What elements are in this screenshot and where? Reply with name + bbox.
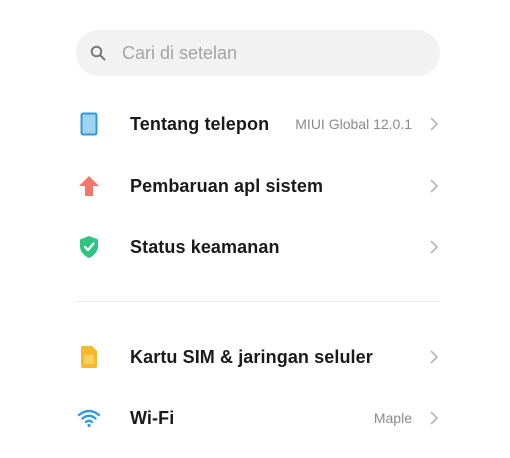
settings-item-value: MIUI Global 12.0.1 (295, 116, 412, 132)
search-bar[interactable] (76, 30, 440, 76)
settings-item-label: Tentang telepon (130, 113, 270, 134)
settings-item-label: Pembaruan apl sistem (130, 175, 324, 196)
wifi-icon (76, 405, 102, 431)
settings-item-about-phone[interactable]: Tentang telepon MIUI Global 12.0.1 (76, 99, 440, 149)
chevron-right-icon (430, 411, 439, 425)
sim-card-icon (76, 344, 102, 370)
settings-screen: Tentang telepon MIUI Global 12.0.1 Pemba… (0, 0, 510, 458)
chevron-right-icon (430, 117, 439, 131)
settings-item-system-app-update[interactable]: Pembaruan apl sistem (76, 161, 440, 211)
settings-item-label: Kartu SIM & jaringan seluler (130, 346, 373, 367)
chevron-right-icon (430, 350, 439, 364)
settings-item-security-status[interactable]: Status keamanan (76, 222, 440, 272)
search-input[interactable] (120, 41, 424, 65)
phone-icon (76, 111, 102, 137)
arrow-up-icon (76, 173, 102, 199)
shield-icon (76, 234, 102, 260)
settings-item-label: Status keamanan (130, 236, 280, 257)
settings-item-label: Wi-Fi (130, 407, 175, 428)
section-divider (76, 301, 440, 302)
settings-item-wifi[interactable]: Wi-Fi Maple (76, 393, 440, 443)
settings-item-sim-and-mobile-network[interactable]: Kartu SIM & jaringan seluler (76, 332, 440, 382)
search-icon (90, 45, 106, 61)
settings-item-value: Maple (373, 410, 412, 426)
chevron-right-icon (430, 240, 439, 254)
chevron-right-icon (430, 179, 439, 193)
